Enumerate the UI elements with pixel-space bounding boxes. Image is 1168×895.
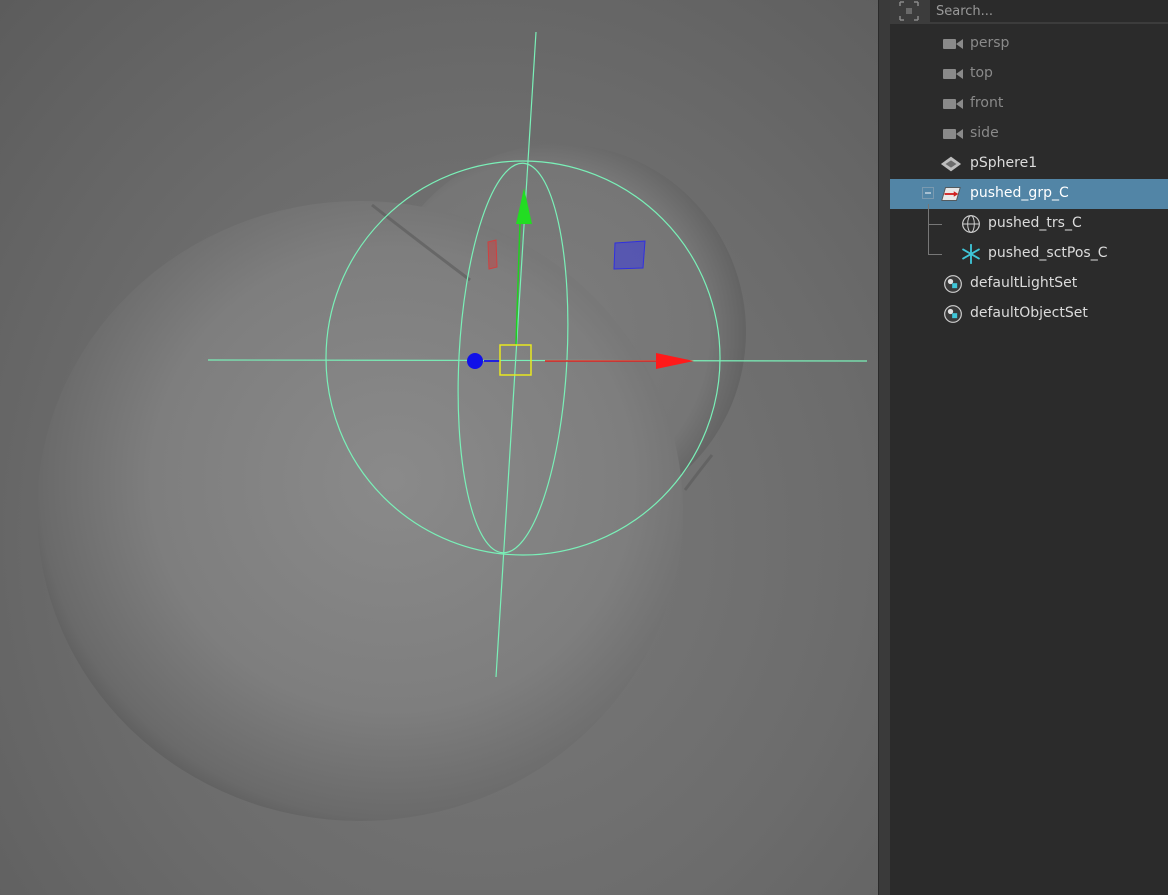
outliner-item-label: pushed_grp_C <box>970 185 1069 201</box>
set-icon <box>944 275 962 293</box>
outliner-item-label: side <box>970 125 999 141</box>
outliner-item-defaultobjectset[interactable]: defaultObjectSet <box>890 299 1168 329</box>
outliner-item-label: front <box>970 95 1004 111</box>
select-frame-icon[interactable] <box>896 0 922 22</box>
psphere1-mesh[interactable] <box>37 201 683 821</box>
outliner-item-front[interactable]: front <box>890 89 1168 119</box>
outliner-item-persp[interactable]: persp <box>890 29 1168 59</box>
outliner-item-pushed-sctpos-c[interactable]: pushed_sctPos_C <box>890 239 1168 269</box>
outliner-item-label: persp <box>970 35 1010 51</box>
yz-plane-handle[interactable] <box>487 239 498 270</box>
outliner-item-label: pushed_trs_C <box>988 215 1082 231</box>
outliner-item-defaultlightset[interactable]: defaultLightSet <box>890 269 1168 299</box>
z-axis-handle[interactable] <box>467 353 483 369</box>
viewport-scene <box>37 31 868 821</box>
group-icon <box>941 187 961 201</box>
outliner-search-input[interactable] <box>930 0 1168 22</box>
set-icon <box>944 305 962 323</box>
outliner-item-label: pushed_sctPos_C <box>988 245 1108 261</box>
outliner-item-label: top <box>970 65 993 81</box>
3d-viewport[interactable] <box>0 0 878 895</box>
outliner-item-label: pSphere1 <box>970 155 1038 171</box>
outliner-item-label: defaultLightSet <box>970 275 1078 291</box>
camera-icon <box>943 99 963 109</box>
collapse-icon[interactable] <box>922 187 934 199</box>
outliner-item-pushed-trs-c[interactable]: pushed_trs_C <box>890 209 1168 239</box>
sphere-globe-icon <box>962 215 980 233</box>
mesh-icon <box>940 156 962 172</box>
camera-icon <box>943 39 963 49</box>
outliner-item-side[interactable]: side <box>890 119 1168 149</box>
asterisk-icon <box>962 244 980 264</box>
camera-icon <box>943 69 963 79</box>
xy-plane-handle[interactable] <box>613 240 646 270</box>
outliner-item-top[interactable]: top <box>890 59 1168 89</box>
camera-icon <box>943 129 963 139</box>
outliner-item-label: defaultObjectSet <box>970 305 1088 321</box>
outliner-item-psphere1[interactable]: pSphere1 <box>890 149 1168 179</box>
